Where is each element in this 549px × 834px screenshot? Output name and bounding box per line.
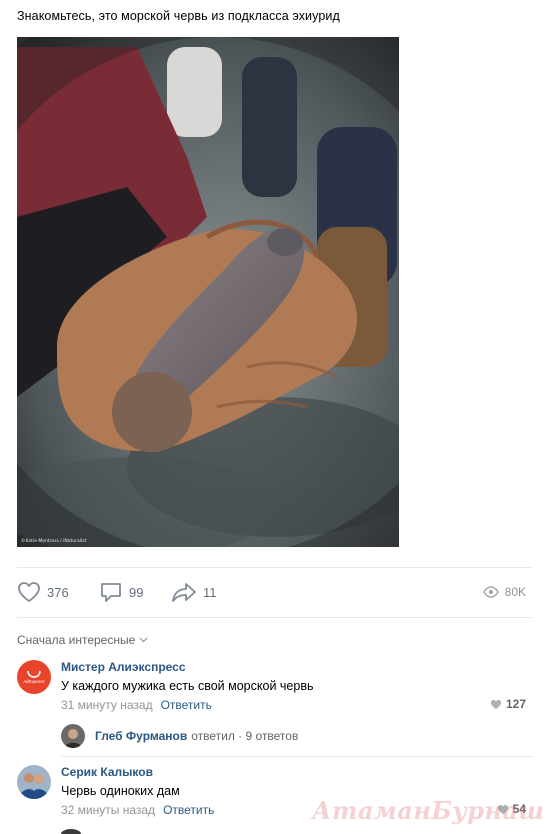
avatar: [61, 829, 81, 834]
comment-count: 99: [129, 584, 144, 600]
thread-summary: ответил · 9 ответов: [191, 729, 299, 743]
divider: [61, 756, 532, 757]
like-count: 376: [47, 584, 69, 600]
views-counter: 80K: [482, 581, 526, 603]
photo-credit: ©Katie Montross / iNaturalist: [21, 539, 87, 544]
like-button[interactable]: 376: [17, 581, 69, 603]
comment-author[interactable]: Серик Калыков: [61, 765, 153, 779]
comment-author[interactable]: Мистер Алиэкспресс: [61, 660, 186, 674]
comments-sort-dropdown[interactable]: Сначала интересные: [17, 633, 148, 647]
replies-thread-link[interactable]: Глеб Фурманов ответил · 9 ответов: [61, 724, 298, 748]
sort-label: Сначала интересные: [17, 633, 136, 647]
eye-icon: [482, 586, 499, 598]
share-count: 11: [203, 584, 217, 600]
comment-icon: [101, 583, 121, 602]
comment-time[interactable]: 31 минуту назад: [61, 698, 153, 712]
aliexpress-logo-icon: [27, 670, 41, 678]
comment-meta: 32 минуты назад Ответить: [61, 803, 214, 817]
comment-button[interactable]: 99: [99, 581, 143, 603]
share-button[interactable]: 11: [171, 581, 217, 603]
watermark: АтаманБурнаш для ЯП: [312, 796, 549, 825]
avatar: [61, 724, 85, 748]
avatar[interactable]: [17, 765, 51, 799]
avatar[interactable]: AliExpress: [17, 660, 51, 694]
post-photo[interactable]: ©Katie Montross / iNaturalist: [17, 37, 399, 547]
avatar-logo-text: AliExpress: [23, 679, 45, 684]
views-count: 80K: [504, 585, 526, 599]
comment: AliExpress Мистер Алиэкспресс У каждого …: [17, 660, 532, 716]
reply-button[interactable]: Ответить: [163, 803, 214, 817]
comment-time[interactable]: 32 минуты назад: [61, 803, 155, 817]
post-actions: 376 99 11 80K: [17, 577, 532, 607]
chevron-down-icon: [139, 637, 148, 643]
heart-icon: [490, 699, 501, 709]
comment-like-button[interactable]: 127: [490, 697, 526, 711]
post-text: Знакомьтесь, это морской червь из подкла…: [17, 9, 340, 23]
divider: [17, 567, 532, 568]
comment-meta: 31 минуту назад Ответить: [61, 698, 212, 712]
share-icon: [172, 583, 196, 602]
comment-like-count: 127: [505, 697, 526, 711]
reply-button[interactable]: Ответить: [161, 698, 212, 712]
worm-photo-illustration: [17, 37, 399, 547]
divider: [17, 617, 532, 618]
comment-text: Червь одиноких дам: [61, 784, 180, 798]
thread-author: Глеб Фурманов: [95, 729, 188, 743]
comment-text: У каждого мужика есть свой морской червь: [61, 679, 314, 693]
heart-icon: [18, 582, 40, 602]
